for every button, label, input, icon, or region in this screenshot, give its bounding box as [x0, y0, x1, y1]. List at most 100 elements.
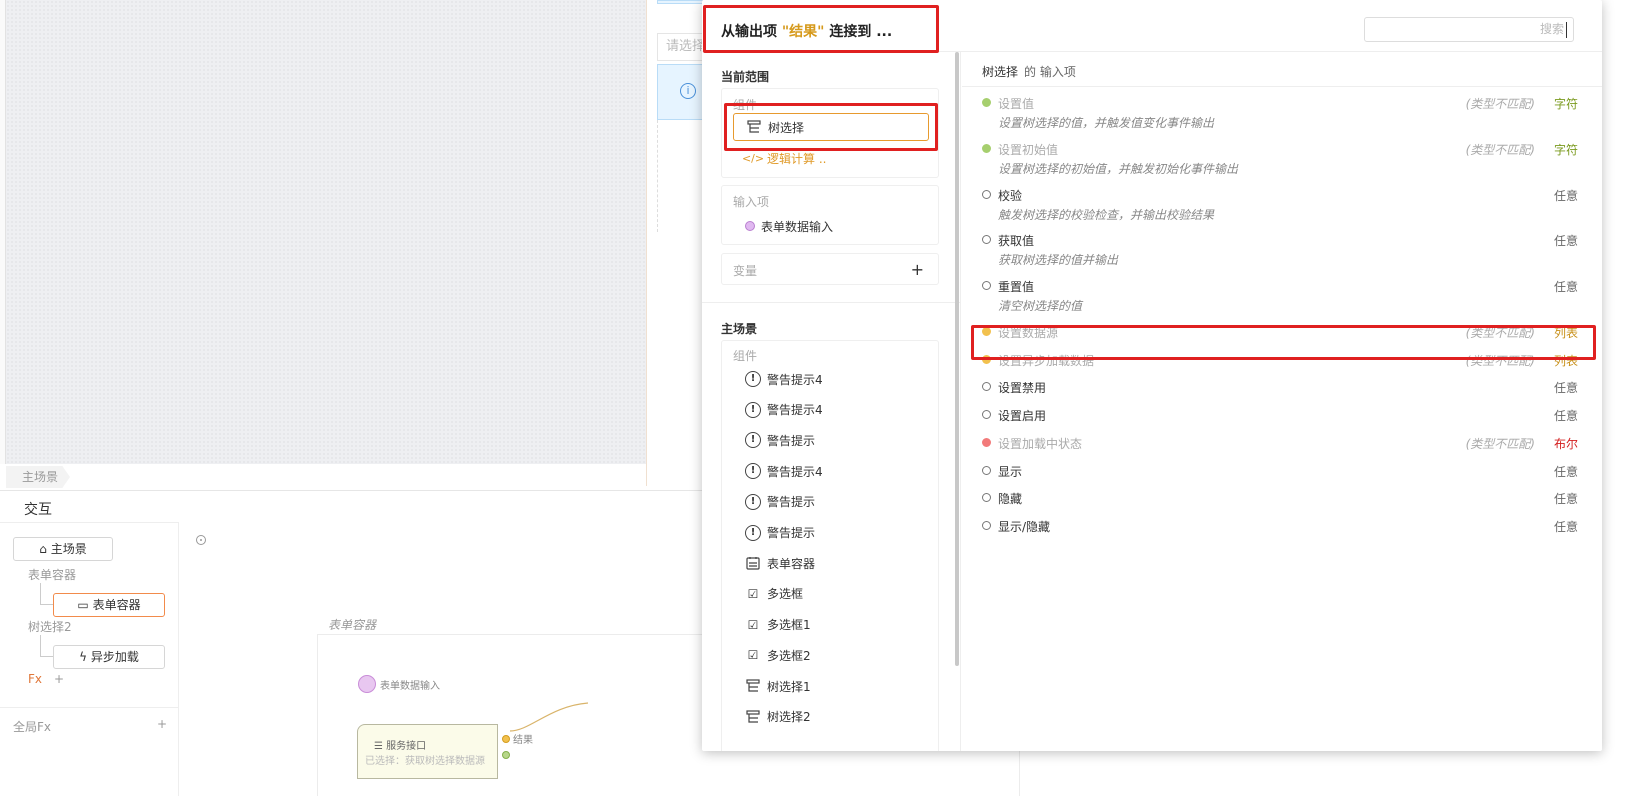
components-label: 组件 — [733, 349, 758, 363]
inputs-label: 输入项 — [733, 195, 770, 209]
tree-icon — [745, 678, 761, 694]
input-type: 任意 — [1553, 520, 1578, 534]
type-dot — [982, 98, 991, 107]
scope-divider — [702, 302, 960, 303]
type-mismatch-note: (类型不匹配) — [1465, 326, 1535, 340]
folder-icon: ▭ — [77, 598, 93, 612]
warning-icon: ! — [745, 401, 761, 418]
locate-icon[interactable] — [196, 535, 206, 545]
component-label: 多选框 — [767, 587, 804, 602]
input-row[interactable]: 显示 任意 — [982, 463, 1582, 483]
input-row[interactable]: 校验 触发树选择的校验检查，并输出校验结果 任意 — [982, 187, 1582, 227]
main-component-item[interactable]: ☑ 多选框2 — [733, 641, 929, 669]
secondary-output-port[interactable] — [502, 751, 510, 759]
add-variable-button[interactable]: + — [911, 260, 924, 279]
input-type: 任意 — [1553, 409, 1578, 423]
main-scene-button[interactable]: ⌂ 主场景 — [13, 537, 113, 561]
scene-tab[interactable]: 主场景 — [6, 466, 71, 488]
main-scene-label: 主场景 — [50, 542, 87, 556]
main-component-item[interactable]: 表单容器 — [733, 549, 929, 577]
component-label: 表单容器 — [767, 556, 816, 571]
popup-title: 从输出项 "结果" 连接到 ... — [721, 21, 892, 41]
input-row[interactable]: 显示/隐藏 任意 — [982, 518, 1582, 538]
output-port-dot — [502, 734, 510, 743]
input-row[interactable]: 设置禁用 任意 — [982, 379, 1582, 399]
form-container-node[interactable]: ▭ 表单容器 — [53, 593, 165, 617]
input-row[interactable]: 设置加载中状态 (类型不匹配) 布尔 — [982, 435, 1582, 455]
input-name: 显示/隐藏 — [998, 520, 1051, 534]
input-row[interactable]: 隐藏 任意 — [982, 490, 1582, 510]
design-canvas[interactable] — [6, 0, 646, 464]
tree-icon — [745, 709, 761, 725]
main-component-item[interactable]: ! 警告提示 — [733, 426, 929, 454]
input-row[interactable]: 设置数据源 (类型不匹配) 列表 — [982, 324, 1582, 344]
form-input-node[interactable]: 表单数据输入 — [358, 675, 440, 693]
popup-header: 从输出项 "结果" 连接到 ... 搜索 — [702, 0, 1602, 52]
search-input[interactable]: 搜索 — [1364, 17, 1574, 42]
type-dot — [982, 438, 991, 447]
main-component-item[interactable]: 树选择2 — [733, 703, 929, 731]
input-name: 重置值 — [998, 280, 1035, 294]
add-fx-button[interactable]: + — [54, 672, 64, 686]
scope-item-label: 逻辑计算 .. — [767, 151, 827, 166]
warning-icon: ! — [745, 463, 761, 480]
input-description: 设置树选择的初始值，并触发初始化事件输出 — [998, 162, 1239, 176]
title-highlight: "结果" — [781, 24, 825, 40]
scope-scrollbar[interactable] — [955, 52, 959, 666]
component-label: 警告提示4 — [767, 372, 823, 387]
inputs-column: 树选择的 输入项 设置值 设置树选择的值，并触发值变化事件输出 (类型不匹配) 字符设… — [962, 52, 1602, 751]
component-label: 警告提示 — [767, 526, 816, 540]
input-row[interactable]: 设置启用 任意 — [982, 407, 1582, 427]
form-container-label: 表单容器 — [28, 568, 77, 582]
type-mismatch-note: (类型不匹配) — [1465, 437, 1535, 451]
input-name: 隐藏 — [998, 492, 1023, 506]
main-component-item[interactable]: ! 警告提示4 — [733, 365, 929, 393]
input-description: 清空树选择的值 — [998, 299, 1083, 313]
input-name: 设置异步加载数据 — [998, 354, 1095, 368]
scope-item-tree-select[interactable]: 树选择 — [733, 113, 929, 141]
input-port-dot — [358, 675, 376, 693]
input-type: 任意 — [1553, 465, 1578, 479]
input-type: 字符 — [1553, 97, 1578, 111]
connection-wire — [510, 702, 589, 732]
main-components-card: 组件 ! 警告提示4! 警告提示4! 警告提示! 警告提示4! 警告提示! 警告提示 表单容器… — [721, 340, 939, 751]
input-row[interactable]: 设置异步加载数据 (类型不匹配) 列表 — [982, 352, 1582, 372]
warning-icon: ! — [745, 493, 761, 510]
global-fx-label: 全局Fx — [13, 720, 52, 734]
tree-connector — [40, 635, 54, 657]
main-component-item[interactable]: 树选择1 — [733, 672, 929, 700]
main-component-item[interactable]: ! 警告提示4 — [733, 457, 929, 485]
variables-card: 变量 + — [721, 253, 939, 285]
async-load-node[interactable]: ϟ 异步加载 — [53, 645, 165, 669]
main-component-item[interactable]: ☑ 多选框 — [733, 580, 929, 608]
component-label: 树选择2 — [767, 710, 811, 725]
input-dot — [745, 221, 755, 231]
main-component-item[interactable]: ! 警告提示 — [733, 519, 929, 547]
input-type: 布尔 — [1553, 437, 1578, 451]
tree-select2-label: 树选择2 — [28, 620, 72, 634]
form-container-node-label: 表单容器 — [92, 598, 141, 612]
interaction-sidebar: ⌂ 主场景 表单容器 ▭ 表单容器 树选择2 ϟ 异步加载 Fx + 全局Fx + — [0, 522, 179, 796]
input-row[interactable]: 获取值 获取树选择的值并输出 任意 — [982, 232, 1582, 272]
service-node[interactable]: ☰ 服务接口 已选择：获取树选择数据源 — [357, 724, 498, 779]
input-row[interactable]: 设置值 设置树选择的值，并触发值变化事件输出 (类型不匹配) 字符 — [982, 95, 1582, 135]
input-item-form-data[interactable]: 表单数据输入 — [733, 212, 929, 240]
add-global-fx-button[interactable]: + — [157, 717, 167, 731]
fx-label[interactable]: Fx — [28, 672, 42, 686]
main-component-item[interactable]: ! 警告提示4 — [733, 396, 929, 424]
component-label: 树选择1 — [767, 679, 811, 694]
service-subtitle: 已选择：获取树选择数据源 — [365, 756, 485, 767]
connect-popup: 从输出项 "结果" 连接到 ... 搜索 当前范围 组件 树选择 </> 逻辑计… — [702, 0, 1602, 751]
current-scope-title: 当前范围 — [721, 70, 770, 84]
main-component-item[interactable]: ☑ 多选框1 — [733, 611, 929, 639]
input-name: 显示 — [998, 465, 1023, 479]
input-type: 任意 — [1553, 234, 1578, 248]
input-row[interactable]: 设置初始值 设置树选择的初始值，并触发初始化事件输出 (类型不匹配) 字符 — [982, 141, 1582, 181]
scope-item-logic[interactable]: </> 逻辑计算 .. — [733, 144, 929, 172]
select-preview[interactable]: 请选择 — [657, 33, 703, 61]
service-title-text: 服务接口 — [386, 741, 427, 752]
input-row[interactable]: 重置值 清空树选择的值 任意 — [982, 278, 1582, 318]
main-component-item[interactable]: ! 警告提示 — [733, 488, 929, 516]
type-mismatch-note: (类型不匹配) — [1465, 354, 1535, 368]
type-dot — [982, 493, 991, 502]
